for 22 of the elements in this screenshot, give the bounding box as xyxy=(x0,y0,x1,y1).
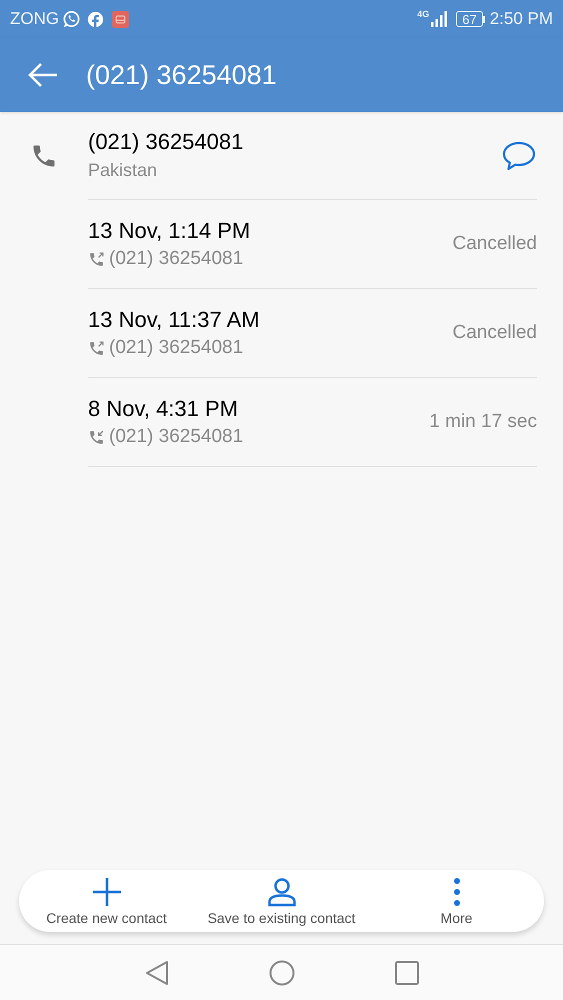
app-bar-title: (021) 36254081 xyxy=(86,58,277,92)
battery-indicator: 67 xyxy=(456,11,483,27)
call-log-entry[interactable]: 13 Nov, 11:37 AM (021) 36254081 Cancelled xyxy=(88,289,537,378)
call-number: (021) 36254081 xyxy=(109,336,244,360)
carrier-name: ZONG xyxy=(10,8,60,30)
call-log-entry[interactable]: 13 Nov, 1:14 PM (021) 36254081 Cancelled xyxy=(88,200,537,289)
call-number: (021) 36254081 xyxy=(109,425,244,449)
call-result: 1 min 17 sec xyxy=(429,410,537,434)
action-button[interactable]: Create new contact xyxy=(19,870,194,932)
contact-location: Pakistan xyxy=(88,158,158,182)
call-date-time: 13 Nov, 1:14 PM xyxy=(88,217,252,245)
call-number: (021) 36254081 xyxy=(109,247,244,271)
network-type: 4G xyxy=(417,10,430,19)
contact-number: (021) 36254081 xyxy=(88,128,244,156)
call-result: Cancelled xyxy=(452,320,537,345)
call-date-time: 13 Nov, 11:37 AM xyxy=(88,306,261,334)
call-date-time: 8 Nov, 4:31 PM xyxy=(88,395,239,423)
action-button[interactable]: More xyxy=(369,870,544,932)
call-log-entry[interactable]: 8 Nov, 4:31 PM (021) 36254081 1 min 17 sec xyxy=(88,378,537,467)
call-result: Cancelled xyxy=(452,232,537,256)
action-button[interactable]: Save to existing contact xyxy=(194,870,369,932)
clock-time: 2:50 PM xyxy=(490,8,553,30)
